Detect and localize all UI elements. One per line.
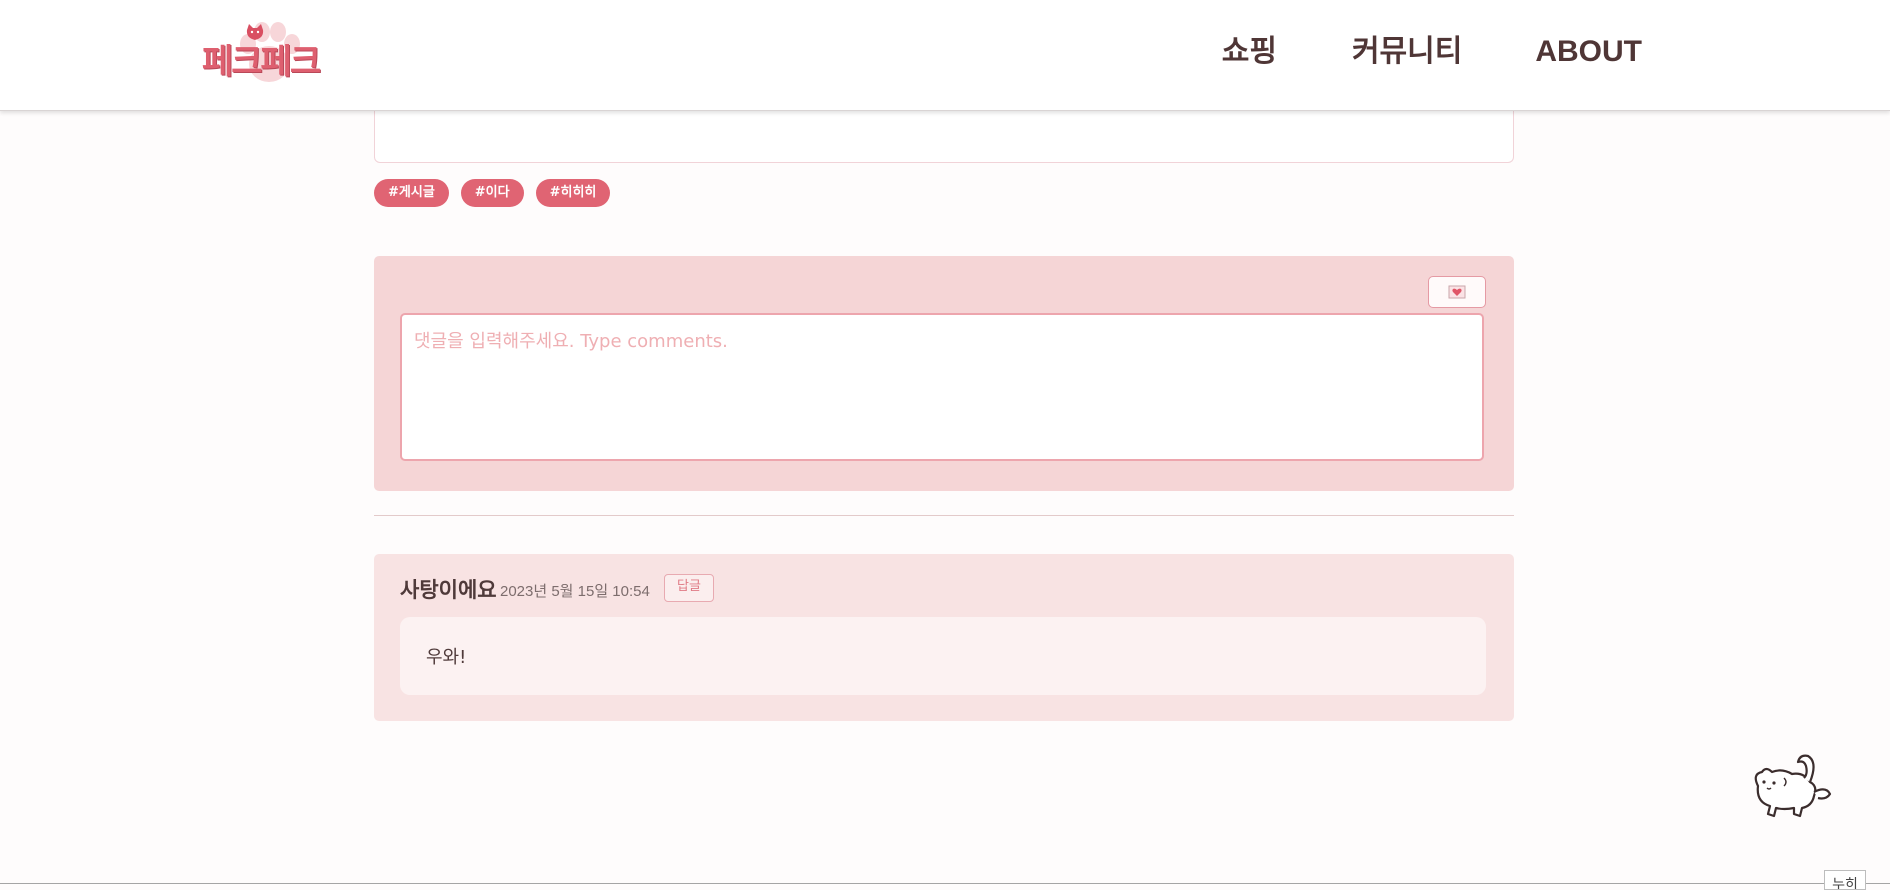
nav-about[interactable]: ABOUT [1535,34,1642,70]
nav-community[interactable]: 커뮤니티 [1352,34,1462,70]
reply-button[interactable]: 답글 [664,574,714,602]
heart-envelope-icon [1448,285,1466,299]
comment-body: 우와! [400,617,1486,695]
nav-shopping[interactable]: 쇼핑 [1222,34,1277,70]
scroll-top-button[interactable]: 누히 [1824,870,1866,890]
footer-divider [0,883,1890,884]
comment-date: 2023년 5월 15일 10:54 [500,583,650,600]
tag-chip[interactable]: #이다 [460,179,524,207]
logo[interactable]: 페크페크 [200,16,340,90]
tag-chip[interactable]: #히히히 [535,179,611,207]
tag-chip[interactable]: #게시글 [374,179,449,207]
mascot-cat-icon[interactable] [1748,752,1832,822]
divider [374,515,1514,516]
logo-text: 페크페크 [202,42,321,82]
site-header: 페크페크 쇼핑 커뮤니티 ABOUT [0,0,1890,111]
post-tags: #게시글 #이다 #히히히 [374,179,611,207]
comment-input[interactable] [400,313,1484,461]
comment-item: 사탕이에요 2023년 5월 15일 10:54 답글 우와! [374,554,1514,721]
comment-submit-button[interactable] [1428,276,1486,308]
comment-author: 사탕이에요 [400,579,497,602]
comment-form [374,256,1514,491]
main-nav: 쇼핑 커뮤니티 ABOUT [1222,34,1642,70]
comment-text: 우와! [426,647,467,668]
